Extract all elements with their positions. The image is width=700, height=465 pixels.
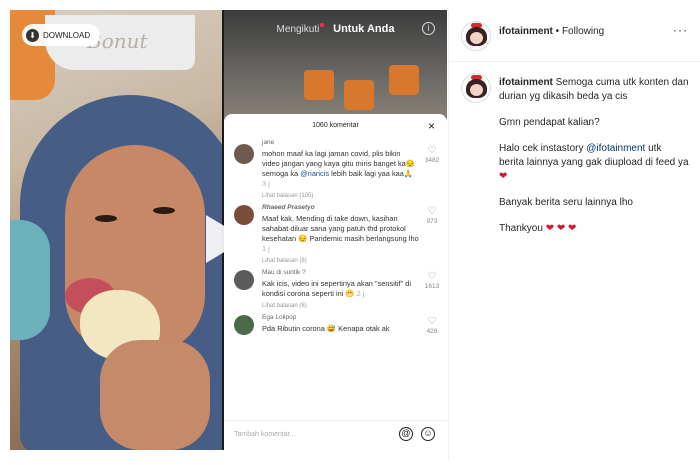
video-frame-left: Bonut [10, 10, 222, 450]
comment-text: Pda Ributin corona 😅 Kenapa otak ak [262, 324, 390, 333]
comment-text: mohon maaf ka lagi jaman covid, plis bik… [262, 149, 415, 188]
comment-item: Rhaeed Prasetyo Maaf kak. Mending di tak… [224, 199, 447, 254]
heart-icon: ♡ [427, 271, 437, 282]
caption-line: Thankyou ❤ ❤ ❤ [499, 223, 577, 234]
comment-avatar [234, 315, 254, 335]
comment-text: Kak icis, video ini sepertinya akan "sen… [262, 279, 412, 298]
tab-following: Mengikuti [277, 23, 325, 35]
post-author: ifotainment • Following [499, 26, 604, 37]
eye-left [95, 215, 117, 222]
download-icon: ⬇ [26, 28, 39, 42]
mask [10, 220, 50, 340]
chair [389, 65, 419, 95]
play-icon[interactable] [206, 215, 246, 263]
comment-input-placeholder: Tambah komentar... [234, 431, 296, 438]
comment-input: Tambah komentar... @ ☺ [224, 420, 447, 450]
comment-text: Maaf kak. Mending di take down, kasihan … [262, 214, 419, 253]
comment-like: ♡ 1613 [424, 271, 440, 291]
notification-dot [320, 23, 325, 27]
tab-for-you: Untuk Anda [333, 23, 395, 35]
tiktok-screenshot: Mengikuti Untuk Anda i 1060 komentar × j… [224, 10, 447, 450]
mention-icon: @ [399, 427, 413, 441]
heart-icon: ♡ [427, 206, 437, 217]
caption-username[interactable]: ifotainment [499, 77, 553, 88]
comment-user: jane [262, 139, 275, 146]
close-icon: × [427, 119, 435, 133]
comment-item: Mau di suntik ? Kak icis, video ini sepe… [224, 264, 447, 299]
comments-panel: 1060 komentar × jane mohon maaf ka lagi … [224, 114, 447, 450]
comment-item: jane mohon maaf ka lagi jaman covid, pli… [224, 138, 447, 189]
comment-like: ♡ 973 [423, 207, 441, 227]
view-replies: Lihat balasan (8) [262, 258, 307, 264]
view-replies: Lihat balasan (105) [262, 193, 314, 199]
follow-status[interactable]: • Following [556, 26, 605, 37]
heart-icon: ♡ [427, 145, 437, 156]
comment-item: Ega Lolipop Pda Ributin corona 😅 Kenapa … [224, 309, 447, 337]
download-button[interactable]: ⬇ DOWNLOAD [22, 24, 101, 46]
download-label: DOWNLOAD [43, 30, 91, 40]
more-options-icon[interactable]: ··· [673, 23, 688, 37]
heart-emoji-icon: ❤ [499, 171, 508, 182]
comment-like: ♡ 428 [423, 317, 441, 337]
post-media[interactable]: Bonut Mengikuti Untuk Anda i 1060 koment… [10, 10, 447, 450]
eye-right [153, 207, 175, 214]
caption-line: Banyak berita seru lainnya lho [499, 197, 633, 208]
info-icon: i [422, 22, 435, 35]
chair [304, 70, 334, 100]
comment-avatar [234, 270, 254, 290]
caption-line: Halo cek instastory @ifotainment utk ber… [499, 143, 689, 182]
heart-icon: ♡ [427, 316, 437, 327]
mention-link[interactable]: @ifotainment [586, 143, 645, 154]
comment-user: Rhaeed Prasetyo [262, 204, 315, 211]
caption-avatar[interactable] [461, 73, 491, 103]
tiktok-tabs: Mengikuti Untuk Anda [224, 23, 447, 35]
username-link[interactable]: ifotainment [499, 26, 553, 37]
comment-like: ♡ 3482 [424, 145, 440, 165]
comments-count: 1060 komentar [312, 122, 359, 129]
post-header: ifotainment • Following ··· [449, 10, 700, 62]
hand [100, 340, 210, 450]
caption-line: Gmn pendapat kalian? [499, 117, 600, 128]
emoji-icon: ☺ [421, 427, 435, 441]
comment-avatar [234, 144, 254, 164]
heart-emoji-icon: ❤ ❤ ❤ [545, 223, 577, 234]
comments-header: 1060 komentar × [224, 114, 447, 138]
comment-user: Mau di suntik ? [262, 269, 306, 276]
view-replies: Lihat balasan (8) [262, 303, 307, 309]
avatar[interactable] [461, 21, 491, 51]
caption: ifotainment Semoga cuma utk konten dan d… [499, 76, 689, 248]
comment-user: Ega Lolipop [262, 314, 297, 321]
chair [344, 80, 374, 110]
post-sidebar: ifotainment • Following ··· ifotainment … [448, 10, 700, 460]
